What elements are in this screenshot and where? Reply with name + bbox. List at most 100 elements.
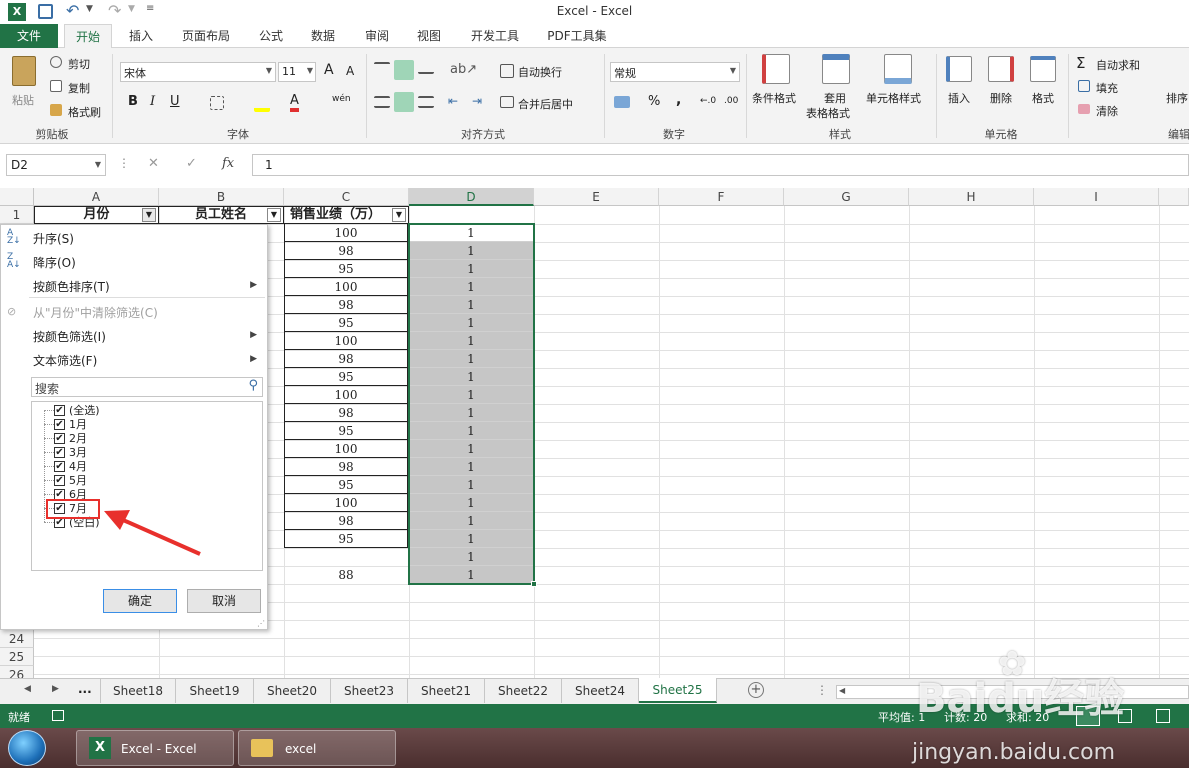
conditional-format-button[interactable]: 条件格式: [752, 90, 796, 106]
tab-insert[interactable]: 插入: [120, 24, 162, 48]
filter-item-label[interactable]: 3月: [69, 446, 87, 460]
cut-icon[interactable]: [50, 56, 62, 68]
cancel-icon[interactable]: ✕: [148, 156, 159, 171]
cell-c[interactable]: 100: [284, 494, 408, 512]
conditional-format-icon[interactable]: [762, 54, 790, 84]
sheet-tab-sheet22[interactable]: Sheet22: [485, 679, 562, 703]
filter-item-label[interactable]: 4月: [69, 460, 87, 474]
sheet-tab-sheet18[interactable]: Sheet18: [100, 679, 176, 703]
insert-function-icon[interactable]: fx: [222, 156, 234, 171]
menu-sort-ascending[interactable]: 升序(S): [33, 230, 74, 247]
sheet-tab-sheet24[interactable]: Sheet24: [562, 679, 639, 703]
column-header-d[interactable]: D: [409, 188, 534, 206]
insert-cells-button[interactable]: 插入: [948, 90, 970, 106]
align-left-icon[interactable]: [374, 96, 390, 108]
add-sheet-icon[interactable]: +: [748, 682, 764, 698]
merge-center-button[interactable]: 合并后居中: [518, 96, 573, 112]
shrink-font-button[interactable]: A: [346, 64, 354, 78]
cell-c[interactable]: 95: [284, 476, 408, 494]
row-header-24[interactable]: 24: [0, 630, 34, 648]
menu-filter-by-color[interactable]: 按颜色筛选(I): [33, 328, 106, 345]
column-header-a[interactable]: A: [34, 188, 159, 206]
align-right-icon[interactable]: [418, 96, 434, 108]
font-name-select[interactable]: 宋体 ▼: [120, 62, 276, 82]
row-header-26[interactable]: 26: [0, 666, 34, 678]
cell-c[interactable]: 100: [284, 278, 408, 296]
cell-c[interactable]: 98: [284, 404, 408, 422]
column-header-b[interactable]: B: [159, 188, 284, 206]
format-as-table-line1[interactable]: 套用: [824, 90, 846, 106]
merge-center-icon[interactable]: [500, 96, 514, 108]
cell-c[interactable]: 95: [284, 530, 408, 548]
select-all-corner[interactable]: [0, 188, 34, 206]
format-as-table-icon[interactable]: [822, 54, 850, 84]
sheet-tab-sheet19[interactable]: Sheet19: [176, 679, 254, 703]
taskbar-folder-button[interactable]: excel: [238, 730, 396, 766]
paste-label[interactable]: 粘贴: [12, 92, 34, 108]
insert-cells-icon[interactable]: [946, 56, 972, 82]
more-sheets-button[interactable]: ...: [78, 682, 92, 696]
filter-checkbox[interactable]: ✔: [54, 419, 65, 430]
wrap-text-icon[interactable]: [500, 64, 514, 78]
resize-grip-icon[interactable]: ⋰: [257, 619, 265, 628]
cell-c[interactable]: 100: [284, 440, 408, 458]
bold-button[interactable]: B: [128, 94, 138, 109]
column-header-g[interactable]: G: [784, 188, 909, 206]
tab-review[interactable]: 审阅: [356, 24, 398, 48]
tab-pdf-tools[interactable]: PDF工具集: [540, 24, 614, 48]
fill-color-icon[interactable]: [254, 94, 270, 112]
more-icon[interactable]: ⋮: [118, 156, 130, 170]
column-header-f[interactable]: F: [659, 188, 784, 206]
column-header-h[interactable]: H: [909, 188, 1034, 206]
increase-decimal-button[interactable]: ←.0: [700, 96, 716, 106]
header-cell-month[interactable]: 月份: [34, 206, 159, 224]
scroll-left-arrow-icon[interactable]: ◀: [839, 686, 845, 695]
tab-home[interactable]: 开始: [64, 24, 112, 49]
align-bottom-icon[interactable]: [418, 62, 434, 74]
copy-icon[interactable]: [50, 80, 62, 92]
cell-c[interactable]: 95: [284, 368, 408, 386]
macro-record-icon[interactable]: [52, 710, 64, 721]
cell-c[interactable]: 88: [284, 566, 408, 584]
delete-cells-icon[interactable]: [988, 56, 1014, 82]
copy-button[interactable]: 复制: [68, 80, 90, 96]
fill-icon[interactable]: [1078, 80, 1090, 92]
cell-c[interactable]: 98: [284, 512, 408, 530]
filter-checkbox[interactable]: ✔: [54, 447, 65, 458]
sort-filter-button[interactable]: 排序: [1166, 90, 1188, 106]
format-cells-icon[interactable]: [1030, 56, 1056, 82]
paste-icon[interactable]: [12, 56, 36, 86]
number-format-select[interactable]: 常规 ▼: [610, 62, 740, 82]
column-header-c[interactable]: C: [284, 188, 409, 206]
formula-input[interactable]: 1: [252, 154, 1189, 176]
format-painter-icon[interactable]: [50, 104, 62, 116]
cell-c[interactable]: 100: [284, 332, 408, 350]
filter-checkbox[interactable]: ✔: [54, 405, 65, 416]
column-header-e[interactable]: E: [534, 188, 659, 206]
cancel-button[interactable]: 取消: [187, 589, 261, 613]
tab-page-layout[interactable]: 页面布局: [172, 24, 240, 48]
header-cell-employee[interactable]: 员工姓名: [159, 206, 284, 224]
menu-text-filters[interactable]: 文本筛选(F): [33, 352, 97, 369]
column-header-extra[interactable]: [1159, 188, 1189, 206]
tab-file[interactable]: 文件: [0, 24, 58, 48]
comma-button[interactable]: ,: [676, 92, 681, 108]
underline-button[interactable]: U: [170, 94, 180, 109]
filter-dropdown-employee[interactable]: ▼: [267, 208, 281, 222]
font-size-select[interactable]: 11 ▼: [278, 62, 316, 82]
cell-c[interactable]: 95: [284, 314, 408, 332]
font-color-button[interactable]: A: [290, 94, 299, 112]
filter-item-label[interactable]: 1月: [69, 418, 87, 432]
filter-item-label[interactable]: 5月: [69, 474, 87, 488]
filter-checkbox[interactable]: ✔: [54, 475, 65, 486]
tab-data[interactable]: 数据: [302, 24, 344, 48]
wrap-text-button[interactable]: 自动换行: [518, 64, 562, 80]
menu-sort-by-color[interactable]: 按颜色排序(T): [33, 278, 110, 295]
cell-c[interactable]: [284, 548, 408, 566]
italic-button[interactable]: I: [150, 94, 155, 109]
orientation-icon[interactable]: ab↗: [450, 62, 477, 77]
tab-formulas[interactable]: 公式: [250, 24, 292, 48]
filter-dropdown-sales[interactable]: ▼: [392, 208, 406, 222]
cell-c[interactable]: 100: [284, 386, 408, 404]
ok-button[interactable]: 确定: [103, 589, 177, 613]
